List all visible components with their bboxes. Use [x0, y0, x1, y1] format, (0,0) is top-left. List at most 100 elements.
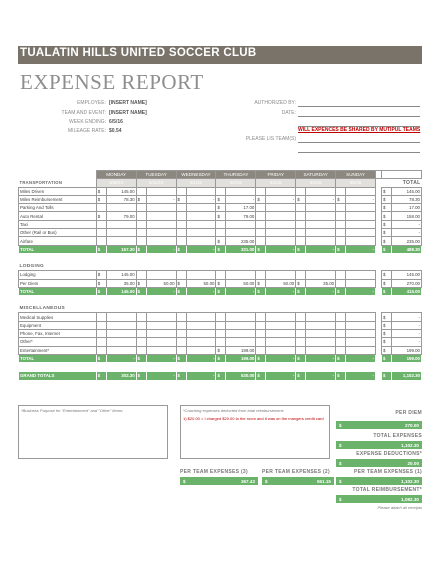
table-cell[interactable]: [185, 337, 217, 347]
table-cell[interactable]: [265, 203, 297, 213]
table-cell[interactable]: [145, 329, 177, 339]
table-cell[interactable]: 50.00: [265, 278, 297, 288]
table-cell[interactable]: [265, 270, 297, 280]
table-cell[interactable]: [345, 236, 376, 246]
table-cell[interactable]: [105, 329, 137, 339]
team-value[interactable]: [INSERT NAME]: [109, 110, 147, 116]
table-cell[interactable]: [185, 270, 217, 280]
table-cell[interactable]: [345, 278, 376, 288]
table-cell[interactable]: [345, 270, 376, 280]
table-cell[interactable]: [345, 337, 376, 347]
table-cell[interactable]: [265, 337, 297, 347]
week-value[interactable]: 6/5/16: [109, 119, 123, 125]
table-cell[interactable]: -: [185, 194, 217, 205]
teams-field-2[interactable]: [298, 152, 420, 153]
table-cell[interactable]: [305, 211, 337, 221]
table-cell[interactable]: [265, 211, 297, 221]
table-cell[interactable]: [105, 320, 137, 331]
table-cell[interactable]: [345, 312, 376, 322]
teams-field[interactable]: [298, 142, 420, 143]
table-cell[interactable]: [105, 345, 137, 355]
table-cell[interactable]: [185, 203, 217, 213]
table-cell[interactable]: [145, 270, 177, 280]
table-cell[interactable]: [185, 320, 217, 331]
business-purpose-box[interactable]: *Business Purpose for "Entertainment" an…: [18, 405, 168, 459]
table-cell[interactable]: 145.00: [105, 270, 137, 280]
table-cell[interactable]: [185, 312, 217, 322]
table-cell[interactable]: [305, 236, 337, 246]
table-cell[interactable]: [345, 211, 376, 221]
table-cell[interactable]: [265, 345, 297, 355]
table-cell[interactable]: [345, 203, 376, 213]
table-cell[interactable]: [225, 228, 257, 238]
table-cell[interactable]: 199.00: [225, 345, 257, 355]
table-cell[interactable]: -: [145, 194, 177, 205]
table-cell[interactable]: [145, 236, 177, 246]
table-cell[interactable]: 145.00: [105, 186, 137, 196]
table-cell[interactable]: [225, 320, 257, 331]
table-cell[interactable]: [225, 219, 257, 230]
table-cell[interactable]: 50.00: [185, 278, 217, 288]
table-cell[interactable]: -: [305, 194, 337, 205]
table-cell[interactable]: [105, 337, 137, 347]
table-cell[interactable]: [305, 337, 337, 347]
table-cell[interactable]: [345, 219, 376, 230]
table-cell[interactable]: -: [265, 194, 297, 205]
table-cell[interactable]: 79.00: [225, 211, 257, 221]
table-cell[interactable]: [345, 228, 376, 238]
table-cell[interactable]: [225, 312, 257, 322]
table-cell[interactable]: [105, 228, 137, 238]
table-cell[interactable]: [145, 312, 177, 322]
table-cell[interactable]: [305, 270, 337, 280]
employee-value[interactable]: [INSERT NAME]: [109, 100, 147, 106]
table-cell[interactable]: [145, 203, 177, 213]
table-cell[interactable]: [145, 228, 177, 238]
table-cell[interactable]: [345, 320, 376, 331]
table-cell[interactable]: [105, 312, 137, 322]
table-cell[interactable]: [185, 211, 217, 221]
table-cell[interactable]: [305, 345, 337, 355]
table-cell[interactable]: [185, 219, 217, 230]
table-cell[interactable]: [305, 320, 337, 331]
table-cell[interactable]: [105, 219, 137, 230]
table-cell[interactable]: [145, 320, 177, 331]
table-cell[interactable]: [225, 329, 257, 339]
table-cell[interactable]: [265, 219, 297, 230]
table-cell[interactable]: [105, 236, 137, 246]
table-cell[interactable]: [185, 236, 217, 246]
table-cell[interactable]: [105, 203, 137, 213]
table-cell[interactable]: [225, 270, 257, 280]
table-cell[interactable]: 78.30: [105, 194, 137, 205]
table-cell[interactable]: [185, 329, 217, 339]
table-cell[interactable]: [345, 186, 376, 196]
table-cell[interactable]: 50.00: [145, 278, 177, 288]
table-cell[interactable]: [265, 329, 297, 339]
rate-value[interactable]: $0.54: [109, 128, 122, 134]
table-cell[interactable]: 35.00: [105, 278, 137, 288]
table-cell[interactable]: 235.00: [225, 236, 257, 246]
table-cell[interactable]: [345, 345, 376, 355]
table-cell[interactable]: [305, 329, 337, 339]
table-cell[interactable]: [305, 219, 337, 230]
authorized-field[interactable]: [298, 106, 420, 107]
table-cell[interactable]: [145, 186, 177, 196]
table-cell[interactable]: [265, 236, 297, 246]
table-cell[interactable]: -: [345, 194, 376, 205]
table-cell[interactable]: [305, 228, 337, 238]
table-cell[interactable]: [225, 337, 257, 347]
table-cell[interactable]: 50.00: [225, 278, 257, 288]
table-cell[interactable]: [185, 228, 217, 238]
table-cell[interactable]: 35.00: [305, 278, 337, 288]
table-cell[interactable]: [145, 211, 177, 221]
table-cell[interactable]: [185, 186, 217, 196]
table-cell[interactable]: -: [225, 194, 257, 205]
table-cell[interactable]: [305, 186, 337, 196]
table-cell[interactable]: [225, 186, 257, 196]
table-cell[interactable]: [305, 203, 337, 213]
date-field[interactable]: [298, 116, 420, 117]
table-cell[interactable]: [185, 345, 217, 355]
table-cell[interactable]: [265, 228, 297, 238]
table-cell[interactable]: [145, 337, 177, 347]
table-cell[interactable]: 79.00: [105, 211, 137, 221]
table-cell[interactable]: [345, 329, 376, 339]
